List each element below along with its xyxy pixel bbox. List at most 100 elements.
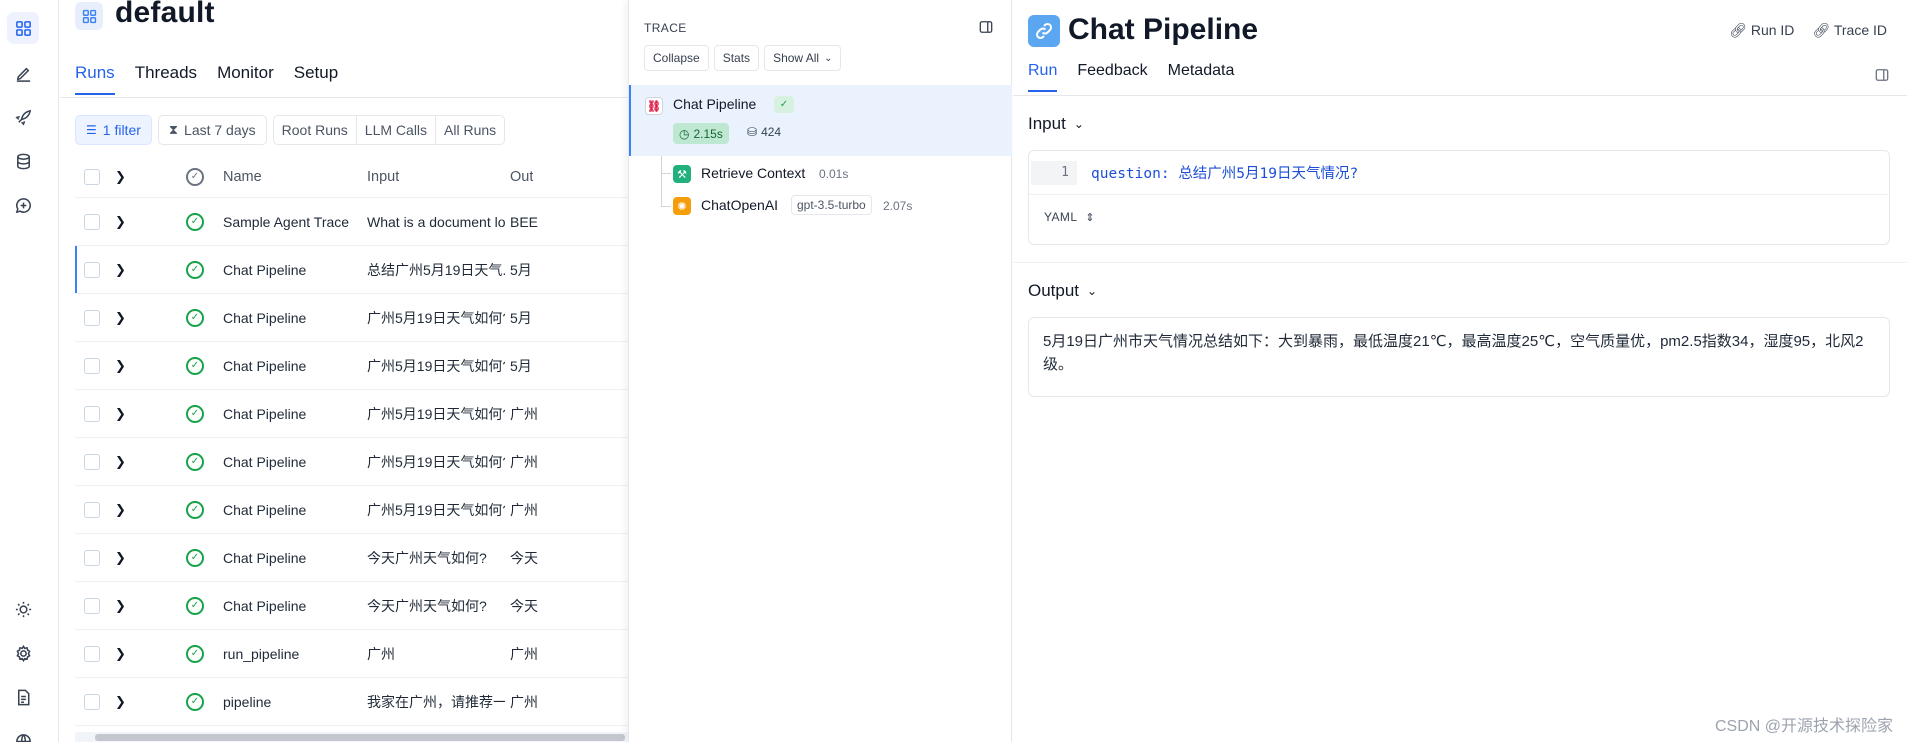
output-section-toggle[interactable]: Output ⌄ <box>1028 281 1097 301</box>
success-icon: ✓ <box>186 582 204 629</box>
row-input: What is a document lo... <box>367 213 505 230</box>
table-row[interactable]: ❯ ✓ run_pipeline 广州 广州 <box>75 630 628 678</box>
row-checkbox[interactable] <box>84 678 100 725</box>
table-row[interactable]: ❯ ✓ Chat Pipeline 广州5月19日天气如何? 广州 <box>75 390 628 438</box>
row-checkbox[interactable] <box>84 342 100 389</box>
horizontal-scrollbar[interactable] <box>75 732 628 742</box>
segment-all-runs[interactable]: All Runs <box>436 116 504 144</box>
document-icon[interactable] <box>7 681 39 713</box>
line-number: 1 <box>1031 160 1077 185</box>
row-checkbox[interactable] <box>84 630 100 677</box>
chevron-right-icon[interactable]: ❯ <box>115 486 126 533</box>
trace-root-node[interactable]: ⛓ Chat Pipeline ✓ ◷ 2.15s ⛁ 424 <box>629 85 1012 156</box>
table-row[interactable]: ❯ ✓ Chat Pipeline 广州5月19日天气如何? 广州 <box>75 438 628 486</box>
chevron-right-icon[interactable]: ❯ <box>115 630 126 677</box>
segment-llm-calls[interactable]: LLM Calls <box>357 116 437 144</box>
trace-child-name: Retrieve Context <box>701 165 806 181</box>
table-row[interactable]: ❯ ✓ pipeline 我家在广州，请推荐一... 广州 <box>75 678 628 726</box>
wrench-icon: ⚒ <box>673 165 691 183</box>
chevron-right-icon[interactable]: ❯ <box>115 294 126 341</box>
chevron-right-icon[interactable]: ❯ <box>115 342 126 389</box>
show-all-label: Show All <box>773 51 820 65</box>
run-id-label: Run ID <box>1750 22 1795 38</box>
table-row[interactable]: ❯ ✓ Chat Pipeline 今天广州天气如何? 今天 <box>75 534 628 582</box>
success-icon: ✓ <box>186 390 204 437</box>
tab-setup[interactable]: Setup <box>294 63 338 95</box>
time-range-button[interactable]: ⧗ Last 7 days <box>157 115 267 145</box>
expand-all-chevron-icon[interactable]: ❯ <box>115 156 126 197</box>
tab-feedback[interactable]: Feedback <box>1077 62 1147 92</box>
success-icon: ✓ <box>186 630 204 677</box>
pencil-icon[interactable] <box>7 57 39 89</box>
success-badge-icon: ✓ <box>774 96 794 113</box>
chevron-right-icon[interactable]: ❯ <box>115 438 126 485</box>
rocket-icon[interactable] <box>7 101 39 133</box>
header-input[interactable]: Input <box>367 156 399 197</box>
row-output: 今天 <box>510 549 538 566</box>
collapse-button[interactable]: Collapse <box>644 45 709 71</box>
input-section-toggle[interactable]: Input ⌄ <box>1028 114 1084 134</box>
header-name[interactable]: Name <box>223 156 262 197</box>
run-id-button[interactable]: 🔗︎ Run ID <box>1729 22 1794 39</box>
row-checkbox[interactable] <box>84 534 100 581</box>
row-output: BEE <box>510 213 539 230</box>
row-output: 广州 <box>510 693 538 710</box>
table-row[interactable]: ❯ ✓ Chat Pipeline 广州5月19日天气如何? 广州 <box>75 486 628 534</box>
chevron-right-icon[interactable]: ❯ <box>115 534 126 581</box>
chevron-right-icon[interactable]: ❯ <box>115 246 126 293</box>
success-icon: ✓ <box>186 198 204 245</box>
select-all-checkbox[interactable] <box>84 156 100 197</box>
trace-child-chatopenai[interactable]: ✺ ChatOpenAI gpt-3.5-turbo 2.07s <box>629 193 1012 219</box>
chevron-right-icon[interactable]: ❯ <box>115 390 126 437</box>
segment-root-runs[interactable]: Root Runs <box>274 116 357 144</box>
row-checkbox[interactable] <box>84 390 100 437</box>
header-output[interactable]: Out <box>510 156 533 197</box>
trace-child-retrieve[interactable]: ⚒ Retrieve Context 0.01s <box>629 161 1012 187</box>
table-row[interactable]: ❯ ✓ Chat Pipeline 广州5月19日天气如何? 5月 <box>75 342 628 390</box>
globe-icon[interactable] <box>7 725 39 742</box>
stats-button[interactable]: Stats <box>713 45 760 71</box>
runs-pane: default Runs Threads Monitor Setup ☰ 1 f… <box>60 0 628 742</box>
row-checkbox[interactable] <box>84 582 100 629</box>
format-label: YAML <box>1044 210 1078 224</box>
row-checkbox[interactable] <box>84 294 100 341</box>
tab-threads[interactable]: Threads <box>135 63 197 95</box>
chevron-right-icon[interactable]: ❯ <box>115 582 126 629</box>
tab-monitor[interactable]: Monitor <box>217 63 274 95</box>
tab-runs[interactable]: Runs <box>75 63 115 95</box>
table-row[interactable]: ❯ ✓ Sample Agent Trace What is a document l… <box>75 198 628 246</box>
sun-icon[interactable] <box>7 593 39 625</box>
row-checkbox[interactable] <box>84 246 100 293</box>
chat-plus-icon[interactable] <box>7 189 39 221</box>
row-checkbox[interactable] <box>84 198 100 245</box>
show-all-dropdown[interactable]: Show All ⌄ <box>764 45 842 71</box>
trace-root-name: Chat Pipeline <box>673 96 757 112</box>
row-output: 今天 <box>510 597 538 614</box>
row-checkbox[interactable] <box>84 438 100 485</box>
trace-root-latency: 2.15s <box>693 126 723 141</box>
table-row[interactable]: ❯ ✓ Chat Pipeline 今天广州天气如何? 今天 <box>75 582 628 630</box>
table-row[interactable]: ❯ ✓ Chat Pipeline 总结广州5月19日天气... 5月 <box>75 246 628 294</box>
filter-button[interactable]: ☰ 1 filter <box>75 115 152 145</box>
latency-badge: ◷ 2.15s <box>673 123 729 144</box>
chevron-right-icon[interactable]: ❯ <box>115 678 126 725</box>
sidebar-toggle-icon[interactable] <box>1875 68 1889 85</box>
chevron-down-icon: ⌄ <box>1087 284 1098 298</box>
format-selector[interactable]: YAML ⇕ <box>1029 195 1889 239</box>
row-checkbox[interactable] <box>84 486 100 533</box>
table-row[interactable]: ❯ ✓ Chat Pipeline 广州5月19日天气如何? 5月 <box>75 294 628 342</box>
row-output: 广州 <box>510 453 538 470</box>
tab-run[interactable]: Run <box>1028 62 1058 92</box>
code-line[interactable]: 1 question: 总结广州5月19日天气情况? <box>1029 151 1889 195</box>
gear-icon[interactable] <box>7 637 39 669</box>
output-section-title: Output <box>1028 281 1080 300</box>
panel-toggle-icon[interactable] <box>979 20 993 37</box>
tab-metadata[interactable]: Metadata <box>1168 62 1235 92</box>
run-type-segmented: Root Runs LLM Calls All Runs <box>272 115 506 145</box>
chevron-right-icon[interactable]: ❯ <box>115 198 126 245</box>
watermark: CSDN @开源技术探险家 <box>1714 718 1893 735</box>
grid-icon[interactable] <box>7 12 39 44</box>
filter-label: 1 filter <box>102 122 141 138</box>
trace-id-button[interactable]: 🔗︎ Trace ID <box>1812 22 1887 39</box>
database-icon[interactable] <box>7 145 39 177</box>
